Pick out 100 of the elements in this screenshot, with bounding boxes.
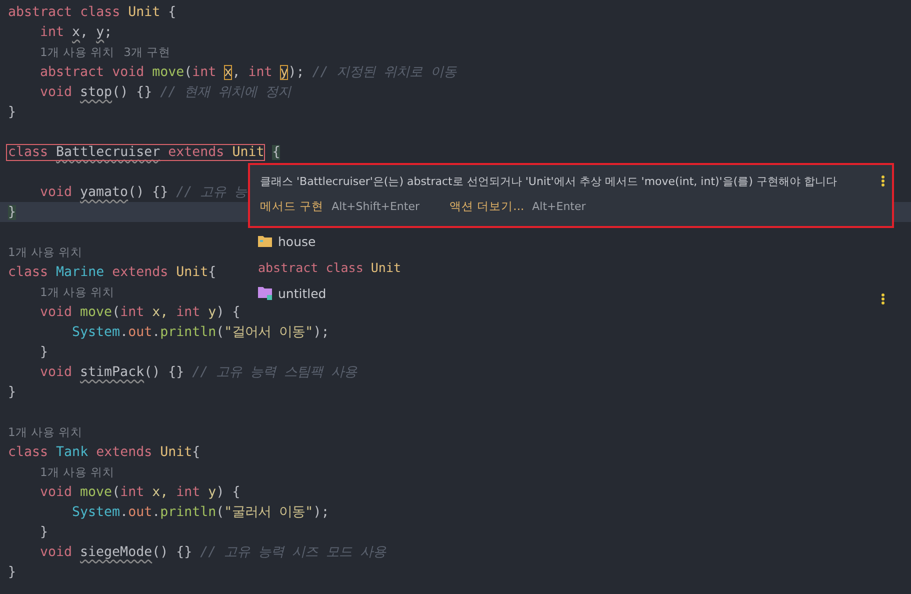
breadcrumb-item[interactable]: abstract class Unit <box>258 260 401 274</box>
usage-hint[interactable]: 3개 구현 <box>124 44 171 60</box>
code-token: Unit <box>128 4 162 20</box>
code-token: } <box>40 524 48 540</box>
code-keyword: class <box>8 444 50 460</box>
code-token: . <box>152 504 160 520</box>
code-comment: // 고유 능력 시즈 모드 사용 <box>200 544 386 561</box>
code-keyword: abstract <box>8 4 74 20</box>
code-token: ) { <box>216 304 240 320</box>
code-token: out <box>128 504 152 520</box>
code-token: siegeMode <box>80 544 152 560</box>
more-icon[interactable] <box>881 175 885 187</box>
code-comment: // 현재 위치에 정지 <box>160 84 292 101</box>
code-token: move <box>80 484 112 500</box>
code-keyword: class <box>8 144 50 160</box>
code-comment: // 고유 능력 스팀팩 사용 <box>192 364 358 381</box>
code-token: } <box>8 384 16 400</box>
code-token: ( <box>184 64 192 80</box>
code-token: y <box>96 24 104 40</box>
quick-fix-link[interactable]: 메서드 구현 <box>260 199 324 214</box>
code-keyword: abstract <box>40 64 106 80</box>
code-token: println <box>160 504 216 520</box>
code-token: () {} <box>112 84 154 100</box>
quick-fix-link[interactable]: 액션 더보기... <box>450 199 524 214</box>
code-token: x <box>72 24 80 40</box>
code-keyword: int <box>192 64 218 80</box>
code-token: ( <box>112 304 120 320</box>
breadcrumb-item[interactable]: house <box>278 234 316 248</box>
code-token: Unit <box>232 144 264 160</box>
code-keyword: void <box>40 84 74 100</box>
code-token: println <box>160 324 216 340</box>
code-token: () {} <box>152 544 194 560</box>
code-token: } <box>8 104 16 120</box>
code-token: } <box>8 564 16 580</box>
breadcrumb-item[interactable]: untitled <box>278 286 326 300</box>
usage-hint[interactable]: 1개 사용 위치 <box>8 424 83 440</box>
code-keyword: extends <box>96 444 154 460</box>
shortcut-hint: Alt+Shift+Enter <box>332 200 420 213</box>
code-token: ; <box>104 24 112 40</box>
folder-icon <box>258 235 272 247</box>
code-token: out <box>128 324 152 340</box>
code-token: { <box>208 264 216 280</box>
code-token: () {} <box>144 364 186 380</box>
string-literal: "걸어서 이동" <box>224 324 314 341</box>
code-token: y <box>280 64 288 80</box>
code-keyword: void <box>40 364 74 380</box>
string-literal: "굴러서 이동" <box>224 504 314 521</box>
code-token: Marine <box>56 264 106 280</box>
code-token: x <box>224 64 232 80</box>
code-keyword: void <box>40 484 74 500</box>
code-token: ) { <box>216 484 240 500</box>
shortcut-hint: Alt+Enter <box>532 200 586 213</box>
code-keyword: void <box>40 184 74 200</box>
code-token: { <box>168 4 176 20</box>
code-token: yamato <box>80 184 128 200</box>
code-token: Unit <box>176 264 208 280</box>
code-token: ); <box>313 504 330 520</box>
usage-hint[interactable]: 1개 사용 위치 <box>40 464 115 480</box>
code-keyword: int <box>120 484 146 500</box>
code-comment: // 지정된 위치로 이동 <box>312 64 456 81</box>
code-token: ); <box>313 324 330 340</box>
code-token: { <box>192 444 200 460</box>
code-token: System <box>72 324 120 340</box>
code-keyword: int <box>176 484 202 500</box>
usage-hint[interactable]: 1개 사용 위치 <box>40 284 115 300</box>
code-token: { <box>272 144 280 160</box>
code-keyword: int <box>120 304 146 320</box>
code-token: ); <box>288 64 306 80</box>
code-keyword: int <box>248 64 274 80</box>
more-icon[interactable] <box>881 293 885 305</box>
code-token: } <box>40 344 48 360</box>
code-token: . <box>152 324 160 340</box>
code-keyword: void <box>40 544 74 560</box>
code-keyword: extends <box>167 144 226 160</box>
code-keyword: void <box>112 64 146 80</box>
code-token: y <box>208 304 216 320</box>
error-message: 클래스 'Battlecruiser'은(는) abstract로 선언되거나 'Unit'에서 추상 메서드 'move(int, int)'을(를) 구현해야 합니다 <box>260 174 838 190</box>
code-token: ( <box>216 504 224 520</box>
code-token: ( <box>216 324 224 340</box>
code-token: y <box>208 484 216 500</box>
module-folder-icon <box>258 286 272 300</box>
code-token: . <box>120 324 128 340</box>
usage-hint[interactable]: 1개 사용 위치 <box>8 244 83 260</box>
code-token: . <box>120 504 128 520</box>
code-token: x, <box>152 484 170 500</box>
code-keyword: class <box>80 4 122 20</box>
code-token: , <box>232 64 242 80</box>
usage-hint[interactable]: 1개 사용 위치 <box>40 44 115 60</box>
code-token: Battlecruiser <box>56 144 160 160</box>
code-keyword: void <box>40 304 74 320</box>
code-token: Unit <box>160 444 192 460</box>
code-token: System <box>72 504 120 520</box>
code-keyword: int <box>40 24 66 40</box>
code-token: move <box>152 64 184 80</box>
code-token: move <box>80 304 112 320</box>
code-token: stop <box>80 84 112 100</box>
code-token: stimPack <box>80 364 144 380</box>
code-keyword: int <box>176 304 202 320</box>
code-comment: // 고유 능 <box>176 184 248 201</box>
code-token: () {} <box>128 184 170 200</box>
